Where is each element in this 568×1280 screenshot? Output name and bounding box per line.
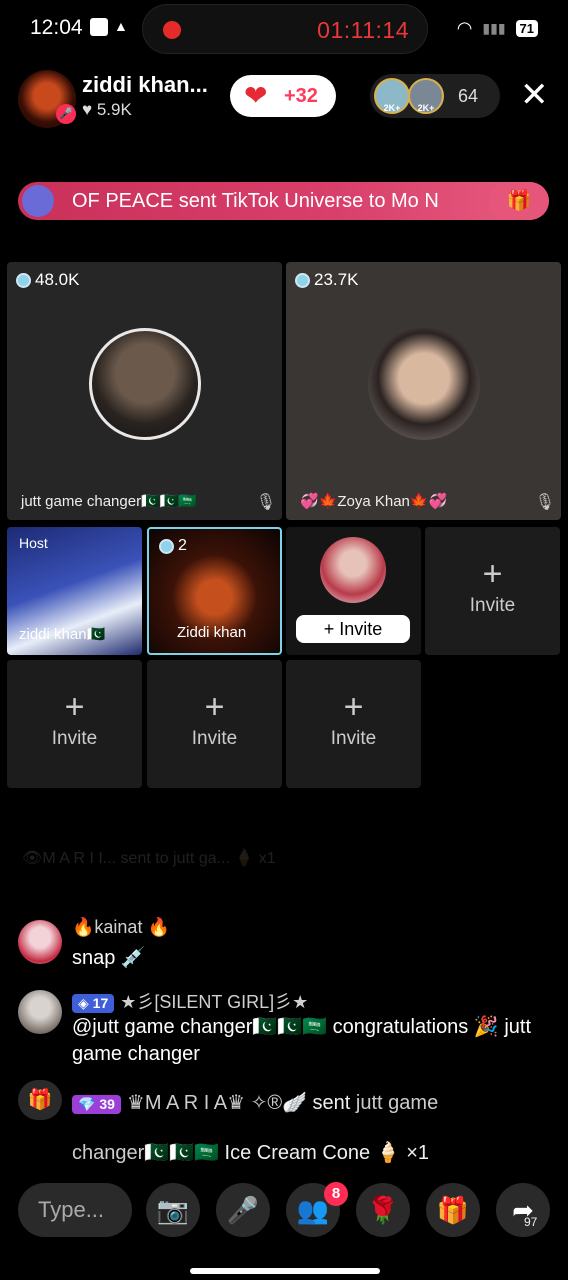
microphone-icon[interactable]: 🎤: [216, 1183, 270, 1237]
likes-pill[interactable]: ❤ +32: [230, 75, 336, 117]
gift-icon[interactable]: 🎁: [489, 182, 549, 220]
host-tag: Host: [19, 535, 48, 551]
invite-slot[interactable]: + Invite: [425, 527, 560, 655]
chat-username-row[interactable]: ◈ 17 ★彡[SILENT GIRL]彡★: [72, 988, 308, 1014]
battery-icon: 71: [515, 20, 538, 37]
guest-avatar: [89, 328, 201, 440]
viewers-pill[interactable]: 2K+ 2K+ 64: [370, 74, 500, 118]
invite-slot[interactable]: + Invite: [147, 660, 282, 788]
gift-sender[interactable]: ♛M A R I A♛ ✧®🪽: [127, 1092, 307, 1114]
coin-count: 23.7K: [295, 270, 358, 290]
guest-tile-1[interactable]: 48.0K jutt game changer🇵🇰🇵🇰🇸🇦 🎙: [7, 262, 282, 520]
chat-username[interactable]: 🔥kainat 🔥: [72, 917, 170, 938]
invite-slot[interactable]: + Invite: [286, 660, 421, 788]
coin-count: 48.0K: [16, 270, 79, 290]
gift-action: sent: [312, 1092, 351, 1114]
viewer-avatar[interactable]: 2K+: [408, 78, 444, 114]
screen-record-pill[interactable]: 01:11:14: [142, 4, 428, 54]
mic-off-icon: 🎙: [534, 494, 555, 511]
gift-target-cont: changer🇵🇰🇵🇰🇸🇦: [72, 1142, 219, 1164]
status-time: 12:04: [30, 16, 83, 39]
chat-avatar[interactable]: [18, 990, 62, 1034]
video-icon: [90, 18, 108, 36]
chat-username: ★彡[SILENT GIRL]彡★: [120, 992, 309, 1012]
faded-chat-row: 👁M A R I I... sent to jutt ga... 🍦 x1: [22, 850, 276, 867]
coin-icon: [295, 272, 310, 288]
level-value: 17: [92, 995, 109, 1011]
level-badge: ◈ 17: [72, 994, 115, 1013]
host-tile[interactable]: Host ziddi khan🇵🇰: [7, 527, 142, 655]
level-badge: 💎 39: [72, 1095, 121, 1114]
invite-slot[interactable]: + Invite: [7, 660, 142, 788]
host-likes: ♥ 5.9K: [82, 100, 132, 119]
plus-icon: +: [482, 555, 503, 593]
coin-icon: [159, 538, 174, 554]
gift-name: Ice Cream Cone 🍦: [224, 1142, 401, 1164]
level-value: 39: [99, 1096, 115, 1112]
invite-label: Invite: [191, 728, 238, 749]
heart-icon: ❤: [244, 80, 268, 111]
coin-value: 23.7K: [314, 270, 359, 289]
gift-button-icon[interactable]: 🎁: [426, 1183, 480, 1237]
invite-label: Invite: [51, 728, 98, 749]
comment-placeholder: Type...: [38, 1197, 105, 1222]
invite-button[interactable]: + Invite: [296, 615, 410, 643]
gift-banner[interactable]: OF PEACE sent TikTok Universe to Mo N 🎁: [18, 182, 549, 220]
viewer-count: 64: [458, 86, 479, 106]
share-count: 97: [524, 1215, 538, 1229]
banner-text: OF PEACE sent TikTok Universe to Mo N: [72, 190, 439, 212]
wifi-icon: ◠: [456, 18, 473, 38]
status-icons: ▲: [90, 18, 132, 36]
chat-avatar[interactable]: [18, 920, 62, 964]
plus-icon: +: [343, 688, 364, 726]
status-bar: 12:04 ▲ 01:11:14 ◠ ▮▮▮ 71: [0, 0, 568, 60]
record-dot-icon: [163, 21, 181, 39]
system-icons: ◠ ▮▮▮ 71: [457, 18, 538, 39]
coin-value: 2: [178, 537, 187, 554]
camera-off-icon[interactable]: 📷: [146, 1183, 200, 1237]
notification-icon: ▲: [114, 18, 128, 34]
gift-qty: ×1: [406, 1142, 429, 1164]
guest-tile-2[interactable]: 23.7K 💞🍁Zoya Khan🍁💞 🎙: [286, 262, 561, 520]
my-tile-name: Ziddi khan: [177, 624, 247, 641]
request-tile[interactable]: + Invite: [286, 527, 421, 655]
plus-icon: +: [204, 688, 225, 726]
close-icon[interactable]: ✕: [520, 78, 549, 112]
comment-input[interactable]: Type...: [18, 1183, 132, 1237]
guest-name: jutt game changer🇵🇰🇵🇰🇸🇦: [21, 493, 198, 510]
signal-icon: ▮▮▮: [482, 20, 506, 36]
host-tile-name: ziddi khan🇵🇰: [19, 626, 106, 643]
mic-off-icon: 🎙: [255, 494, 276, 511]
plus-icon: +: [64, 688, 85, 726]
requester-avatar: [320, 537, 386, 603]
host-mic-off-icon: 🎤: [56, 104, 76, 124]
chat-message: @jutt game changer🇵🇰🇵🇰🇸🇦 congratulations…: [72, 1016, 532, 1065]
gift-target: jutt game: [355, 1092, 439, 1114]
likes-count: +32: [284, 85, 318, 107]
coin-count: 2: [159, 537, 187, 555]
tiktok-universe-icon: [22, 185, 54, 217]
chat-message: snap 💉: [72, 947, 146, 969]
record-timer: 01:11:14: [317, 17, 409, 43]
guests-badge: 8: [324, 1182, 348, 1206]
gift-event-line2: changer🇵🇰🇵🇰🇸🇦 Ice Cream Cone 🍦 ×1: [72, 1140, 429, 1165]
my-tile[interactable]: 2 Ziddi khan: [147, 527, 282, 655]
host-name[interactable]: ziddi khan...: [82, 72, 208, 98]
coin-value: 48.0K: [35, 270, 80, 289]
viewer-avatar[interactable]: 2K+: [374, 78, 410, 114]
invite-label: Invite: [330, 728, 377, 749]
rose-icon[interactable]: 🌹: [356, 1183, 410, 1237]
gift-event-line1: 💎 39 ♛M A R I A♛ ✧®🪽 sent jutt game: [72, 1090, 438, 1115]
guest-avatar: [368, 328, 480, 440]
share-icon[interactable]: ➦: [496, 1183, 550, 1237]
home-indicator[interactable]: [190, 1268, 380, 1274]
invite-label: Invite: [469, 595, 516, 616]
guest-name: 💞🍁Zoya Khan🍁💞: [300, 493, 448, 510]
coin-icon: [16, 272, 31, 288]
gift-icon[interactable]: 🎁: [18, 1080, 62, 1120]
